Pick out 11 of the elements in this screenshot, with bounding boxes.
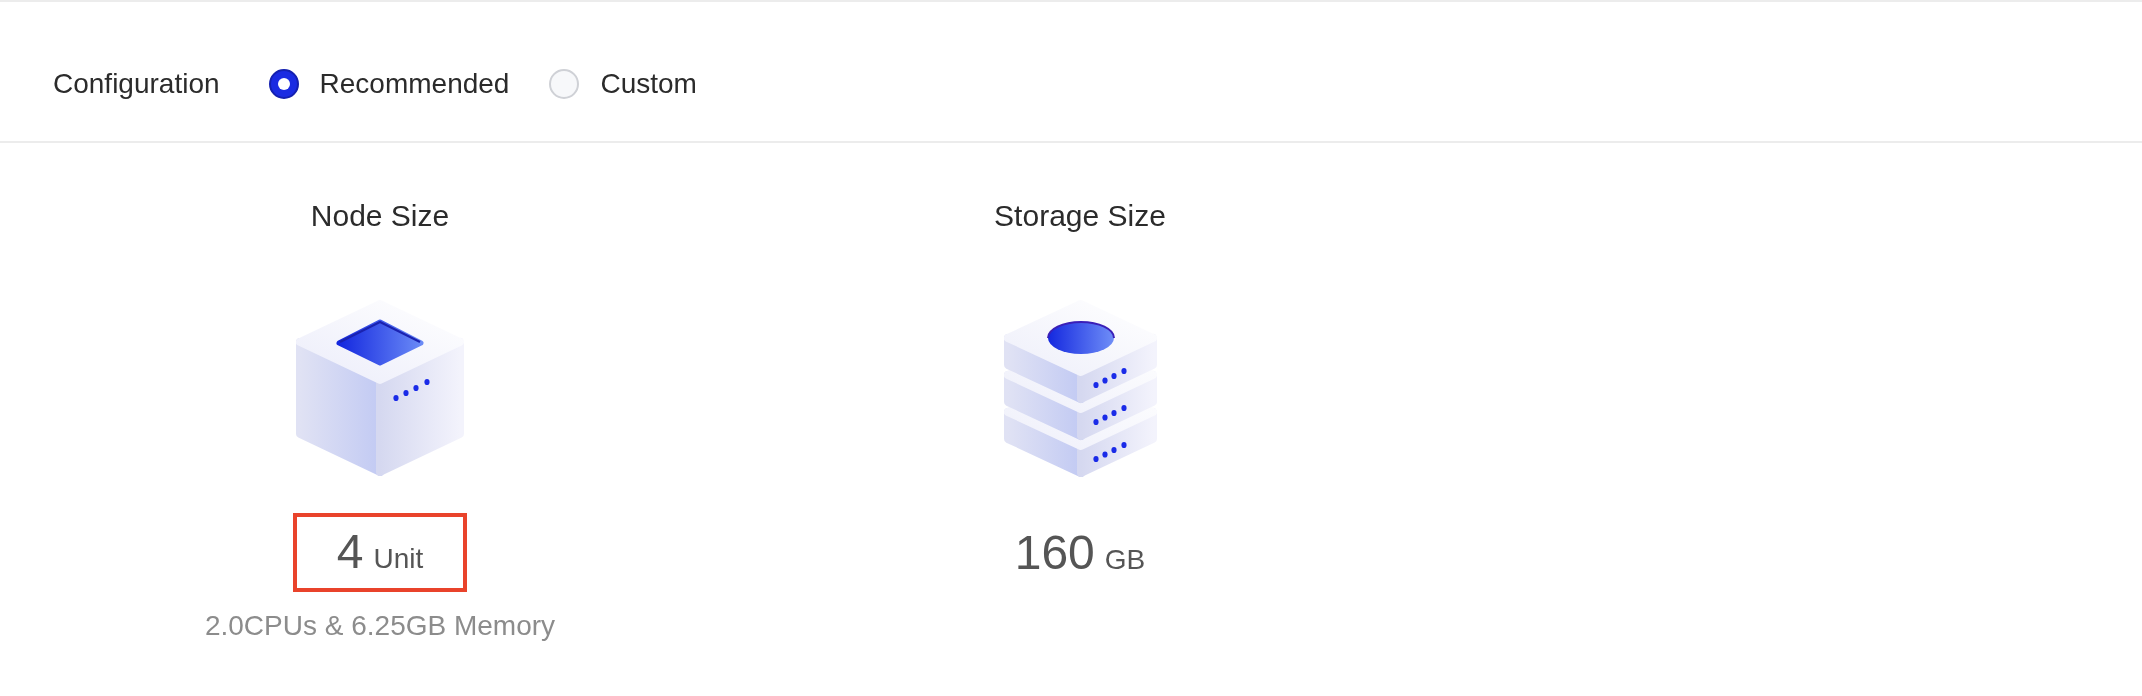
- spec-text: 2.0CPUs & 6.25GB Memory: [204, 610, 556, 642]
- radio-option[interactable]: Recommended: [268, 67, 510, 100]
- radio-option[interactable]: Custom: [549, 67, 697, 100]
- unit-label: Unit: [373, 544, 424, 574]
- section-title: Node Size: [310, 199, 450, 233]
- value-number: 4: [336, 528, 364, 576]
- unit-label: GB: [1104, 545, 1146, 575]
- configuration-label: Configuration: [53, 67, 220, 100]
- section-title: Storage Size: [994, 199, 1166, 233]
- radio-icon[interactable]: [268, 68, 299, 99]
- value-number: 160: [1014, 529, 1095, 577]
